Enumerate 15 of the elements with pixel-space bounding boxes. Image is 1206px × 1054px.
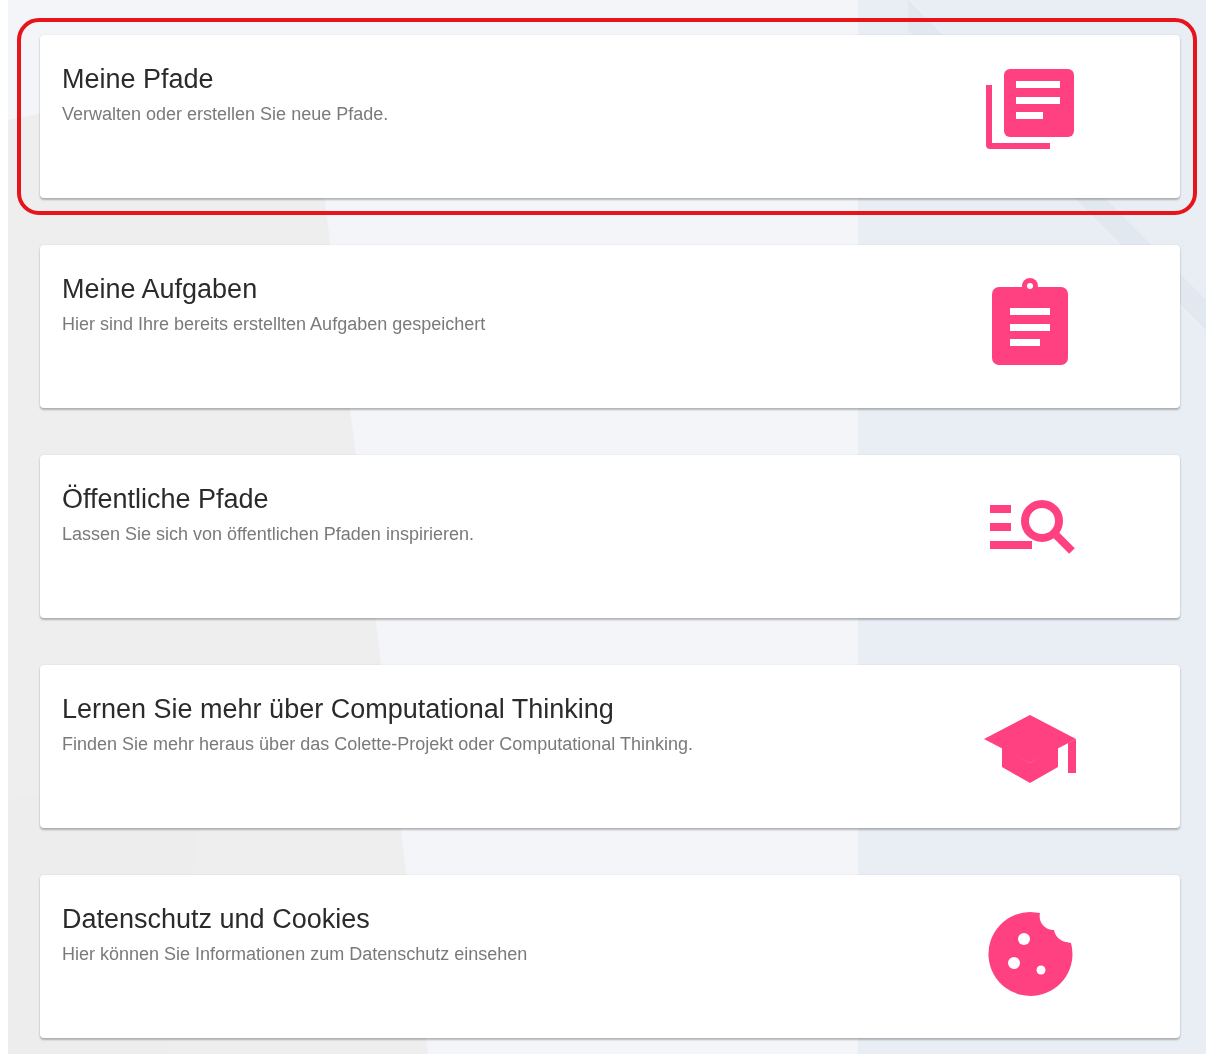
card-subtitle: Verwalten oder erstellen Sie neue Pfade.: [62, 103, 389, 127]
menu-card[interactable]: Öffentliche Pfade Lassen Sie sich von öffentlichen Pfaden inspirieren.: [40, 455, 1180, 618]
card-subtitle: Finden Sie mehr heraus über das Colette-Projekt oder Computational Thinking.: [62, 733, 693, 757]
menu-card[interactable]: Lernen Sie mehr über Computational Thinking Finden Sie mehr heraus über das Colette-Projekt oder Computational Thinking.: [40, 665, 1180, 828]
card-title: Öffentliche Pfade: [62, 483, 270, 516]
card-subtitle: Hier können Sie Informationen zum Datenschutz einsehen: [62, 943, 528, 967]
card-title: Lernen Sie mehr über Computational Thinking: [62, 693, 615, 726]
card-title: Meine Aufgaben: [62, 273, 259, 306]
card-title: Meine Pfade: [62, 63, 215, 96]
menu-card[interactable]: Meine Pfade Verwalten oder erstellen Sie neue Pfade.: [40, 35, 1180, 198]
menu-card[interactable]: Datenschutz und Cookies Hier können Sie Informationen zum Datenschutz einsehen: [40, 875, 1180, 1038]
menu-card[interactable]: Meine Aufgaben Hier sind Ihre bereits erstellten Aufgaben gespeichert: [40, 245, 1180, 408]
card-subtitle: Hier sind Ihre bereits erstellten Aufgaben gespeichert: [62, 313, 486, 337]
card-subtitle: Lassen Sie sich von öffentlichen Pfaden inspirieren.: [62, 523, 474, 547]
card-title: Datenschutz und Cookies: [62, 903, 371, 936]
